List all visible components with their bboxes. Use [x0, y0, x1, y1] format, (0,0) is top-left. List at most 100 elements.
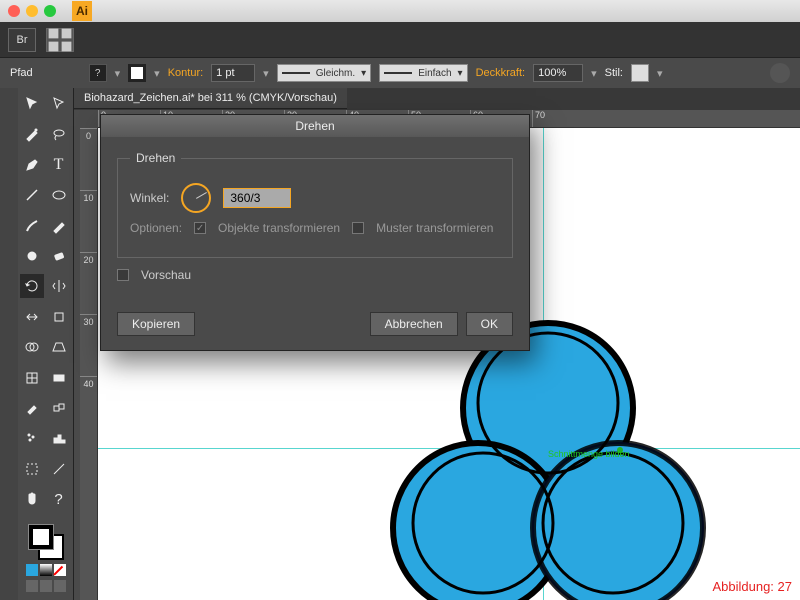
- dialog-title: Drehen: [101, 115, 529, 137]
- artboard-icon: [24, 461, 40, 477]
- draw-inside[interactable]: [54, 580, 66, 592]
- rotate-icon: [24, 278, 40, 294]
- blend-tool[interactable]: [47, 396, 71, 420]
- figure-caption: Abbildung: 27: [712, 579, 792, 594]
- eyedropper-icon: [24, 400, 40, 416]
- selection-type-label: Pfad: [10, 67, 33, 79]
- tools-panel: T ?: [18, 88, 74, 600]
- transform-icon: [51, 309, 67, 325]
- paintbrush-tool[interactable]: [20, 214, 44, 238]
- column-graph-tool[interactable]: [47, 426, 71, 450]
- artboard-tool[interactable]: [20, 457, 44, 481]
- copy-button[interactable]: Kopieren: [117, 312, 195, 336]
- smartguide-hint: Schnittmenge bilden: [548, 449, 630, 459]
- arrow-icon: [24, 96, 40, 112]
- close-window-button[interactable]: [8, 5, 20, 17]
- app-menubar: Br: [0, 22, 800, 58]
- brush-icon: [24, 218, 40, 234]
- options-label: Optionen:: [130, 221, 182, 235]
- color-mode-none[interactable]: [54, 564, 66, 576]
- preview-label: Vorschau: [141, 268, 191, 282]
- chevron-down-icon[interactable]: ▾: [591, 67, 597, 80]
- control-bar: Pfad ? ▾ ▾ Kontur: ▾ Gleichm.▾ Einfach▾ …: [0, 58, 800, 88]
- chevron-down-icon[interactable]: ▾: [263, 67, 269, 80]
- panel-menu-button[interactable]: [770, 63, 790, 83]
- eraser-tool[interactable]: [47, 244, 71, 268]
- fill-color-well[interactable]: [28, 524, 54, 550]
- perspective-icon: [51, 339, 67, 355]
- brush-dropdown[interactable]: Einfach▾: [379, 64, 467, 82]
- direct-selection-tool[interactable]: [47, 92, 71, 116]
- pencil-icon: [51, 218, 67, 234]
- draw-normal[interactable]: [26, 580, 38, 592]
- panel-tab-strip: [0, 88, 18, 600]
- pencil-tool[interactable]: [47, 214, 71, 238]
- chart-icon: [51, 430, 67, 446]
- line-tool[interactable]: [20, 183, 44, 207]
- vertical-ruler: 010203040: [80, 128, 98, 600]
- zoom-window-button[interactable]: [44, 5, 56, 17]
- grid-icon: [47, 27, 73, 53]
- type-tool[interactable]: T: [47, 153, 71, 177]
- blob-brush-tool[interactable]: [20, 244, 44, 268]
- magic-wand-tool[interactable]: [20, 122, 44, 146]
- lasso-tool[interactable]: [47, 122, 71, 146]
- shape-builder-tool[interactable]: [20, 335, 44, 359]
- angle-input[interactable]: [223, 188, 291, 208]
- ok-button[interactable]: OK: [466, 312, 513, 336]
- transform-objects-label: Objekte transformieren: [218, 221, 340, 235]
- lasso-icon: [51, 126, 67, 142]
- fill-swatch[interactable]: ?: [89, 64, 107, 82]
- hand-tool[interactable]: [20, 487, 44, 511]
- wand-icon: [24, 126, 40, 142]
- bridge-button[interactable]: Br: [8, 28, 36, 52]
- transform-patterns-checkbox[interactable]: [352, 222, 364, 234]
- blob-icon: [24, 248, 40, 264]
- line-icon: [24, 187, 40, 203]
- preview-checkbox[interactable]: [117, 269, 129, 281]
- knife-icon: [51, 461, 67, 477]
- zoom-tool[interactable]: ?: [47, 487, 71, 511]
- free-transform-tool[interactable]: [47, 305, 71, 329]
- color-mode-gradient[interactable]: [40, 564, 52, 576]
- chevron-down-icon[interactable]: ▾: [115, 67, 121, 80]
- pen-tool[interactable]: [20, 153, 44, 177]
- arrange-docs-button[interactable]: [46, 28, 74, 52]
- width-tool[interactable]: [20, 305, 44, 329]
- transform-patterns-label: Muster transformieren: [376, 221, 493, 235]
- stroke-weight-input[interactable]: [211, 64, 255, 82]
- chevron-down-icon[interactable]: ▾: [154, 67, 160, 80]
- app-logo: Ai: [72, 1, 92, 21]
- symbol-sprayer-tool[interactable]: [20, 426, 44, 450]
- angle-dial[interactable]: [181, 183, 211, 213]
- draw-behind[interactable]: [40, 580, 52, 592]
- opacity-input[interactable]: [533, 64, 583, 82]
- gradient-icon: [51, 370, 67, 386]
- mesh-icon: [24, 370, 40, 386]
- gradient-tool[interactable]: [47, 366, 71, 390]
- stroke-swatch[interactable]: [128, 64, 146, 82]
- eyedropper-tool[interactable]: [20, 396, 44, 420]
- ellipse-tool[interactable]: [47, 183, 71, 207]
- color-mode-solid[interactable]: [26, 564, 38, 576]
- stroke-profile-dropdown[interactable]: Gleichm.▾: [277, 64, 371, 82]
- eraser-icon: [51, 248, 67, 264]
- perspective-grid-tool[interactable]: [47, 335, 71, 359]
- cancel-button[interactable]: Abbrechen: [370, 312, 458, 336]
- minimize-window-button[interactable]: [26, 5, 38, 17]
- reflect-tool[interactable]: [47, 274, 71, 298]
- spray-icon: [24, 430, 40, 446]
- selection-tool[interactable]: [20, 92, 44, 116]
- fieldset-legend: Drehen: [130, 151, 181, 165]
- slice-tool[interactable]: [47, 457, 71, 481]
- mesh-tool[interactable]: [20, 366, 44, 390]
- chevron-down-icon[interactable]: ▾: [657, 67, 663, 80]
- document-tab[interactable]: Biohazard_Zeichen.ai* bei 311 % (CMYK/Vo…: [74, 88, 347, 109]
- graphic-style-swatch[interactable]: [631, 64, 649, 82]
- width-icon: [24, 309, 40, 325]
- rotate-dialog: Drehen Drehen Winkel: Optionen: ✓ Objekt…: [100, 114, 530, 351]
- mirror-icon: [51, 278, 67, 294]
- pen-icon: [24, 157, 40, 173]
- transform-objects-checkbox[interactable]: ✓: [194, 222, 206, 234]
- rotate-tool[interactable]: [20, 274, 44, 298]
